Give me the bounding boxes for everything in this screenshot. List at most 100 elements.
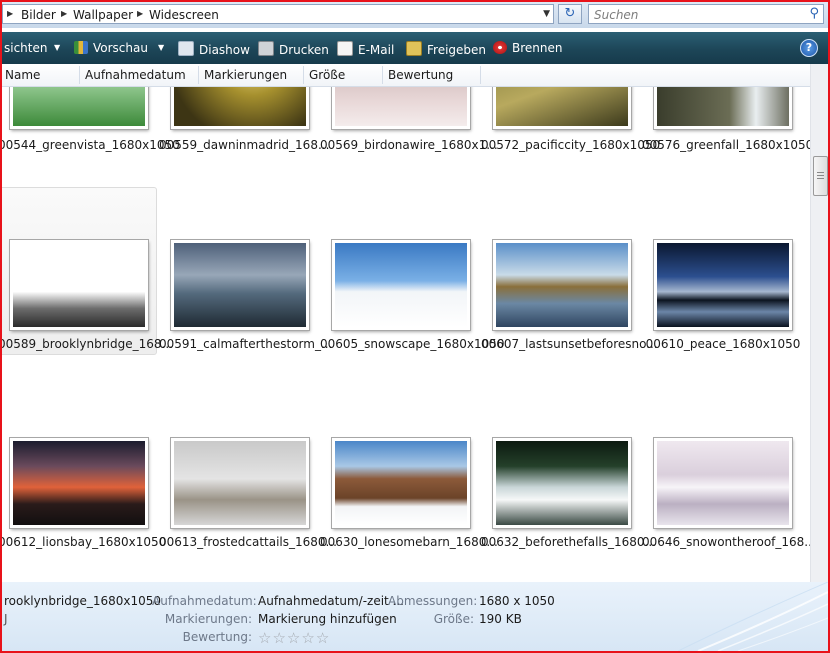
file-list: 00544_greenvista_1680x1050 00559_dawninm… bbox=[2, 87, 810, 582]
chevron-down-icon[interactable]: ▼ bbox=[543, 9, 550, 19]
share-button[interactable]: Freigeben bbox=[406, 41, 486, 57]
thumbnail-peace[interactable] bbox=[653, 239, 793, 331]
column-rating[interactable]: Bewertung bbox=[388, 68, 453, 82]
scrollbar-thumb[interactable] bbox=[813, 156, 828, 196]
column-tags[interactable]: Markierungen bbox=[204, 68, 287, 82]
chevron-down-icon[interactable]: ▼ bbox=[158, 43, 164, 52]
command-bar: sichten ▼ Vorschau ▼ Diashow Drucken E-M… bbox=[2, 32, 828, 64]
breadcrumb-arrow-icon[interactable]: ▶ bbox=[7, 9, 13, 18]
date-value[interactable]: Aufnahmedatum/-zeit ... bbox=[258, 594, 404, 608]
dimensions-value: 1680 x 1050 bbox=[479, 594, 555, 608]
burn-button[interactable]: Brennen bbox=[493, 41, 562, 55]
thumbnail-birdonawire[interactable] bbox=[331, 87, 471, 130]
thumbnail-lastsunsetbeforesnow[interactable] bbox=[492, 239, 632, 331]
breadcrumb-wallpaper[interactable]: Wallpaper bbox=[73, 8, 133, 22]
star-icon[interactable]: ☆ bbox=[301, 629, 315, 647]
file-label[interactable]: 00646_snowontheroof_168... bbox=[642, 535, 810, 549]
selected-filename: rooklynbridge_1680x1050 bbox=[4, 594, 162, 608]
file-label[interactable]: 00544_greenvista_1680x1050 bbox=[2, 138, 180, 152]
slideshow-button[interactable]: Diashow bbox=[178, 41, 250, 57]
search-placeholder: Suchen bbox=[594, 8, 639, 22]
grip-line bbox=[817, 178, 824, 179]
search-input[interactable]: Suchen ⚲ bbox=[588, 4, 824, 24]
thumbnail-dawninmadrid[interactable] bbox=[170, 87, 310, 130]
column-size[interactable]: Größe bbox=[309, 68, 345, 82]
thumbnail-brooklynbridge[interactable] bbox=[9, 239, 149, 331]
decorative-swoosh bbox=[678, 582, 828, 651]
slideshow-icon bbox=[178, 41, 194, 56]
refresh-icon: ↻ bbox=[564, 6, 576, 21]
thumbnail-snowontheroof[interactable] bbox=[653, 437, 793, 529]
views-button[interactable]: sichten bbox=[4, 41, 47, 55]
thumbnail-snowscape[interactable] bbox=[331, 239, 471, 331]
preview-button[interactable]: Vorschau bbox=[74, 41, 148, 55]
share-icon bbox=[406, 41, 422, 56]
column-headers: Name Aufnahmedatum Markierungen Größe Be… bbox=[2, 64, 814, 87]
star-icon[interactable]: ☆ bbox=[272, 629, 286, 647]
tags-value[interactable]: Markierung hinzufügen bbox=[258, 612, 397, 626]
column-divider[interactable] bbox=[480, 66, 481, 84]
details-pane: rooklynbridge_1680x1050 J Aufnahmedatum:… bbox=[2, 582, 828, 651]
file-label[interactable]: 00607_lastsunsetbeforesno... bbox=[481, 337, 658, 351]
rating-stars[interactable]: ☆☆☆☆☆ bbox=[258, 629, 330, 647]
help-icon[interactable]: ? bbox=[800, 39, 818, 57]
file-label[interactable]: 00613_frostedcattails_1680... bbox=[159, 535, 337, 549]
vertical-scrollbar[interactable] bbox=[810, 64, 828, 582]
thumbnail-beforethefalls[interactable] bbox=[492, 437, 632, 529]
thumbnail-lionsbay[interactable] bbox=[9, 437, 149, 529]
thumbnail-pacificcity[interactable] bbox=[492, 87, 632, 130]
rating-label: Bewertung: bbox=[182, 630, 252, 644]
thumbnail-greenfall[interactable] bbox=[653, 87, 793, 130]
burn-label: Brennen bbox=[512, 41, 563, 55]
file-label[interactable]: 00591_calmafterthestorm_... bbox=[159, 337, 332, 351]
file-label[interactable]: 00572_pacificcity_1680x1050 bbox=[481, 138, 660, 152]
breadcrumb-bilder[interactable]: Bilder bbox=[21, 8, 56, 22]
star-icon[interactable]: ☆ bbox=[287, 629, 301, 647]
tags-label: Markierungen: bbox=[164, 612, 252, 626]
thumbnail-calmafterthestorm[interactable] bbox=[170, 239, 310, 331]
chevron-down-icon[interactable]: ▼ bbox=[54, 43, 60, 52]
column-divider[interactable] bbox=[303, 66, 304, 84]
search-icon[interactable]: ⚲ bbox=[809, 6, 819, 21]
file-label[interactable]: 00630_lonesomebarn_1680... bbox=[320, 535, 498, 549]
star-icon[interactable]: ☆ bbox=[258, 629, 272, 647]
email-label: E-Mail bbox=[358, 43, 395, 57]
column-divider[interactable] bbox=[382, 66, 383, 84]
explorer-window: ▶ Bilder ▶ Wallpaper ▶ Widescreen ▼ ↻ Su… bbox=[0, 0, 830, 653]
address-bar[interactable]: ▶ Bilder ▶ Wallpaper ▶ Widescreen ▼ bbox=[2, 4, 554, 24]
size-value: 190 KB bbox=[479, 612, 522, 626]
burn-disc-icon bbox=[493, 41, 507, 54]
breadcrumb-arrow-icon[interactable]: ▶ bbox=[61, 9, 67, 18]
column-date[interactable]: Aufnahmedatum bbox=[85, 68, 186, 82]
file-label[interactable]: 00610_peace_1680x1050 bbox=[642, 337, 804, 351]
size-label: Größe: bbox=[433, 612, 474, 626]
thumbnail-lonesomebarn[interactable] bbox=[331, 437, 471, 529]
file-label[interactable]: 00605_snowscape_1680x1050 bbox=[320, 337, 505, 351]
file-label[interactable]: 00632_beforethefalls_1680... bbox=[481, 535, 656, 549]
print-label: Drucken bbox=[279, 43, 329, 57]
thumbnail-greenvista[interactable] bbox=[9, 87, 149, 130]
file-label[interactable]: 00559_dawninmadrid_168... bbox=[159, 138, 329, 152]
column-divider[interactable] bbox=[79, 66, 80, 84]
preview-icon bbox=[74, 41, 88, 54]
file-label[interactable]: 00612_lionsbay_1680x1050 bbox=[2, 535, 166, 549]
grip-line bbox=[817, 172, 824, 173]
column-name[interactable]: Name bbox=[5, 68, 40, 82]
breadcrumb-arrow-icon[interactable]: ▶ bbox=[137, 9, 143, 18]
email-icon bbox=[337, 41, 353, 56]
column-divider[interactable] bbox=[198, 66, 199, 84]
refresh-button[interactable]: ↻ bbox=[558, 4, 582, 24]
date-label: Aufnahmedatum: bbox=[152, 594, 257, 608]
file-label[interactable]: 00589_brooklynbridge_168... bbox=[2, 337, 173, 351]
file-label[interactable]: 00576_greenfall_1680x1050 bbox=[642, 138, 810, 152]
file-label[interactable]: 00569_birdonawire_1680x1... bbox=[320, 138, 498, 152]
file-type-glyph: J bbox=[4, 612, 8, 626]
breadcrumb-widescreen[interactable]: Widescreen bbox=[149, 8, 219, 22]
dimensions-label: Abmessungen: bbox=[388, 594, 478, 608]
print-button[interactable]: Drucken bbox=[258, 41, 329, 57]
printer-icon bbox=[258, 41, 274, 56]
star-icon[interactable]: ☆ bbox=[316, 629, 330, 647]
thumbnail-frostedcattails[interactable] bbox=[170, 437, 310, 529]
grip-line bbox=[817, 175, 824, 176]
email-button[interactable]: E-Mail bbox=[337, 41, 394, 57]
